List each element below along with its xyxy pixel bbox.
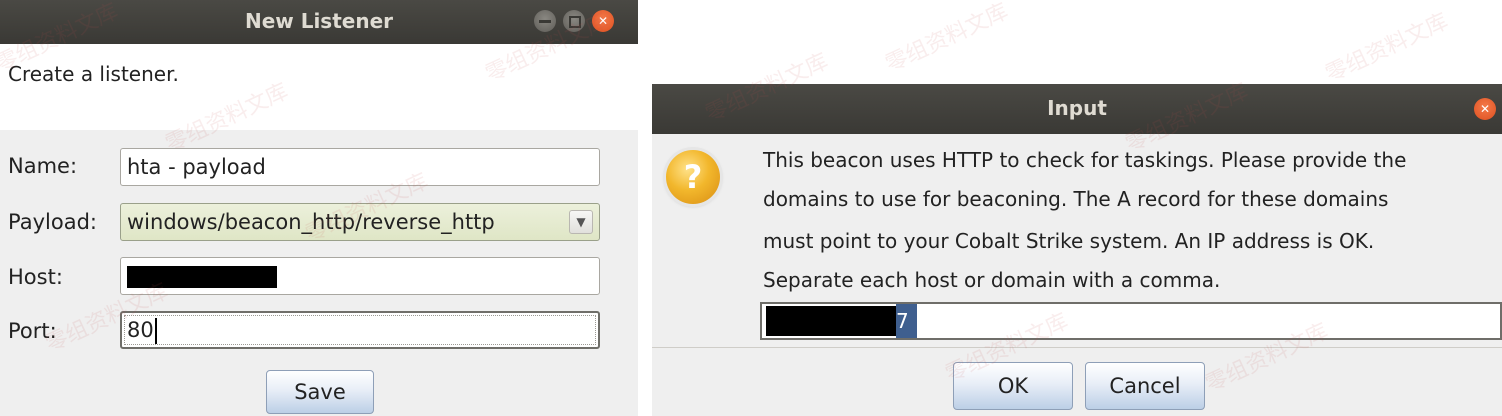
port-input[interactable]: 80 bbox=[120, 311, 600, 349]
maximize-icon[interactable] bbox=[563, 10, 585, 32]
host-input[interactable] bbox=[120, 257, 600, 295]
host-label: Host: bbox=[8, 265, 63, 289]
watermark: 零组资料文库 bbox=[881, 0, 1013, 78]
name-value: hta - payload bbox=[127, 155, 266, 179]
divider bbox=[652, 347, 1502, 348]
chevron-down-icon[interactable]: ▼ bbox=[569, 210, 593, 234]
port-label: Port: bbox=[8, 319, 57, 343]
new-listener-titlebar[interactable]: New Listener ✕ bbox=[0, 0, 638, 44]
close-icon[interactable]: ✕ bbox=[592, 10, 614, 32]
cancel-button[interactable]: Cancel bbox=[1085, 362, 1205, 410]
input-title: Input bbox=[1047, 96, 1107, 120]
description-area bbox=[0, 44, 638, 130]
domains-value: 7 bbox=[896, 304, 917, 338]
watermark: 零组资料文库 bbox=[1321, 9, 1453, 88]
payload-label: Payload: bbox=[8, 210, 97, 234]
domains-input[interactable]: 7 bbox=[760, 302, 1502, 340]
save-button[interactable]: Save bbox=[266, 370, 374, 414]
name-label: Name: bbox=[8, 154, 78, 178]
close-icon[interactable]: ✕ bbox=[1474, 98, 1496, 120]
message-line-3: must point to your Cobalt Strike system.… bbox=[763, 229, 1375, 253]
question-mark-icon: ? bbox=[666, 150, 720, 204]
new-listener-window: New Listener ✕ Create a listener. Name: … bbox=[0, 0, 638, 416]
redaction-block bbox=[766, 306, 896, 336]
listener-description: Create a listener. bbox=[8, 62, 179, 86]
message-line-4: Separate each host or domain with a comm… bbox=[763, 268, 1221, 292]
ok-button[interactable]: OK bbox=[953, 362, 1073, 410]
minimize-icon[interactable] bbox=[534, 10, 556, 32]
input-dialog-window: Input ✕ ? This beacon uses HTTP to check… bbox=[652, 84, 1502, 416]
message-line-1: This beacon uses HTTP to check for taski… bbox=[763, 148, 1407, 172]
payload-value: windows/beacon_http/reverse_http bbox=[127, 210, 495, 234]
redaction-block bbox=[127, 266, 277, 288]
message-line-2: domains to use for beaconing. The A reco… bbox=[763, 187, 1389, 211]
input-titlebar[interactable]: Input ✕ bbox=[652, 84, 1502, 134]
name-input[interactable]: hta - payload bbox=[120, 148, 600, 186]
payload-select[interactable]: windows/beacon_http/reverse_http ▼ bbox=[120, 203, 600, 241]
focus-ring bbox=[124, 315, 596, 345]
